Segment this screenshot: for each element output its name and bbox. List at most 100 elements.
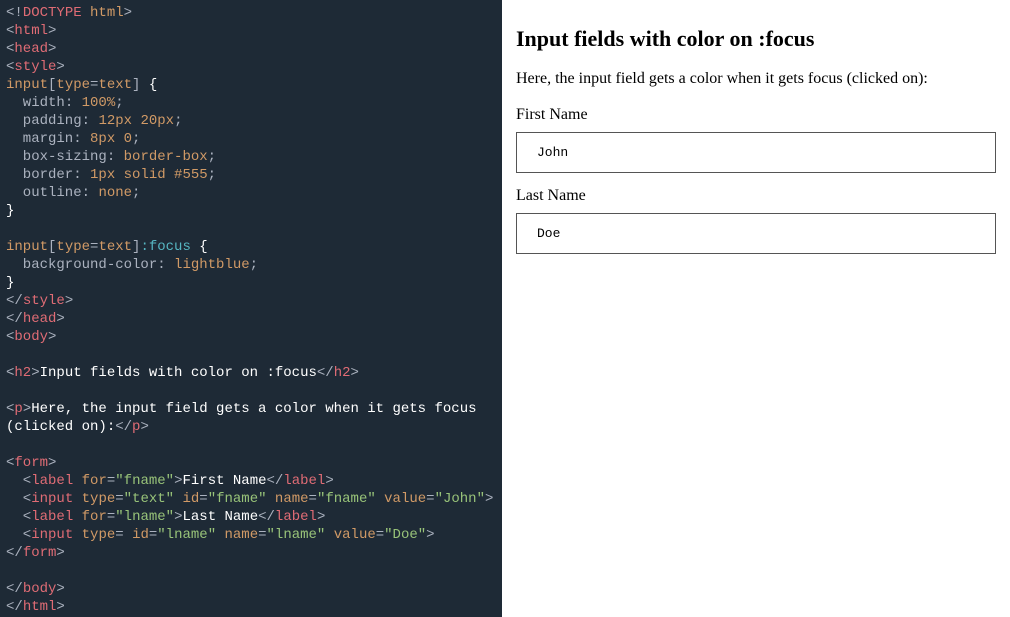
code-token: "fname" — [208, 491, 267, 507]
code-token: > — [56, 59, 64, 75]
code-token: } — [6, 275, 14, 291]
code-token: < — [6, 527, 31, 543]
code-token: name — [225, 527, 259, 543]
code-token: label — [283, 473, 325, 489]
code-token: 8px 0 — [90, 131, 132, 147]
code-token: </ — [6, 293, 23, 309]
code-editor-pane[interactable]: <!DOCTYPE html> <html> <head> <style> in… — [0, 0, 502, 617]
code-token: ; — [174, 113, 182, 129]
code-token: "fname" — [115, 473, 174, 489]
code-token: label — [275, 509, 317, 525]
code-token: > — [56, 545, 64, 561]
code-token: "lname" — [115, 509, 174, 525]
preview-heading: Input fields with color on :focus — [516, 26, 996, 52]
code-token: </ — [115, 419, 132, 435]
code-token: > — [48, 23, 56, 39]
code-token — [267, 491, 275, 507]
code-token: > — [23, 401, 31, 417]
code-token — [376, 491, 384, 507]
code-token: > — [65, 293, 73, 309]
code-token: 100% — [82, 95, 116, 111]
code-token: input — [6, 239, 48, 255]
code-token: style — [23, 293, 65, 309]
code-token: h2 — [334, 365, 351, 381]
code-token: width — [6, 95, 65, 111]
code-token — [73, 473, 81, 489]
code-token: "lname" — [267, 527, 326, 543]
code-token: ; — [208, 167, 216, 183]
code-token: </ — [6, 581, 23, 597]
code-token: input — [31, 491, 73, 507]
code-token: ; — [250, 257, 258, 273]
code-token: > — [56, 311, 64, 327]
code-token: p — [14, 401, 22, 417]
code-token: = — [107, 473, 115, 489]
code-token: </ — [6, 311, 23, 327]
code-token — [216, 527, 224, 543]
last-name-label: Last Name — [516, 187, 996, 205]
code-token: value — [334, 527, 376, 543]
code-token — [73, 527, 81, 543]
code-token: ; — [132, 131, 140, 147]
code-token: = — [376, 527, 384, 543]
code-token: lightblue — [174, 257, 250, 273]
code-token: head — [14, 41, 48, 57]
code-token: box-sizing — [6, 149, 107, 165]
code-token: = — [309, 491, 317, 507]
code-token: body — [14, 329, 48, 345]
code-token: First Name — [182, 473, 266, 489]
code-token: > — [124, 5, 132, 21]
code-token: html — [23, 599, 57, 615]
code-token: text — [98, 77, 132, 93]
code-token: > — [317, 509, 325, 525]
code-token: <! — [6, 5, 23, 21]
code-token: name — [275, 491, 309, 507]
code-token: : — [73, 167, 90, 183]
code-token: > — [426, 527, 434, 543]
code-token: style — [14, 59, 56, 75]
code-token: :focus — [140, 239, 190, 255]
code-token: id — [182, 491, 199, 507]
code-token: for — [82, 509, 107, 525]
code-token: "Doe" — [384, 527, 426, 543]
code-token: outline — [6, 185, 82, 201]
code-token: id — [132, 527, 149, 543]
code-token — [325, 527, 333, 543]
code-token: (clicked on): — [6, 419, 115, 435]
code-token: : — [82, 113, 99, 129]
code-token: input — [31, 527, 73, 543]
code-token: </ — [317, 365, 334, 381]
code-token: html — [14, 23, 48, 39]
code-token: : — [82, 185, 99, 201]
code-token: } — [6, 203, 14, 219]
first-name-input[interactable] — [516, 132, 996, 173]
code-token: Input fields with color on :focus — [40, 365, 317, 381]
code-token: </ — [6, 599, 23, 615]
code-token: value — [384, 491, 426, 507]
first-name-label: First Name — [516, 106, 996, 124]
code-token: { — [140, 77, 157, 93]
code-token: type — [56, 239, 90, 255]
code-token: 1px solid #555 — [90, 167, 208, 183]
code-token: "John" — [435, 491, 485, 507]
code-token — [73, 491, 81, 507]
code-token: < — [6, 491, 31, 507]
code-token: > — [325, 473, 333, 489]
code-token: > — [48, 455, 56, 471]
code-token: border-box — [124, 149, 208, 165]
code-token: body — [23, 581, 57, 597]
last-name-input[interactable] — [516, 213, 996, 254]
code-token: < — [6, 473, 31, 489]
code-token: </ — [6, 545, 23, 561]
code-token: form — [14, 455, 48, 471]
code-token: label — [31, 509, 73, 525]
code-token: head — [23, 311, 57, 327]
code-token: type — [82, 527, 116, 543]
code-token: > — [31, 365, 39, 381]
code-token: DOCTYPE — [23, 5, 82, 21]
code-token: 12px 20px — [98, 113, 174, 129]
code-token: ; — [208, 149, 216, 165]
code-token: for — [82, 473, 107, 489]
code-token: </ — [267, 473, 284, 489]
code-token: none — [98, 185, 132, 201]
